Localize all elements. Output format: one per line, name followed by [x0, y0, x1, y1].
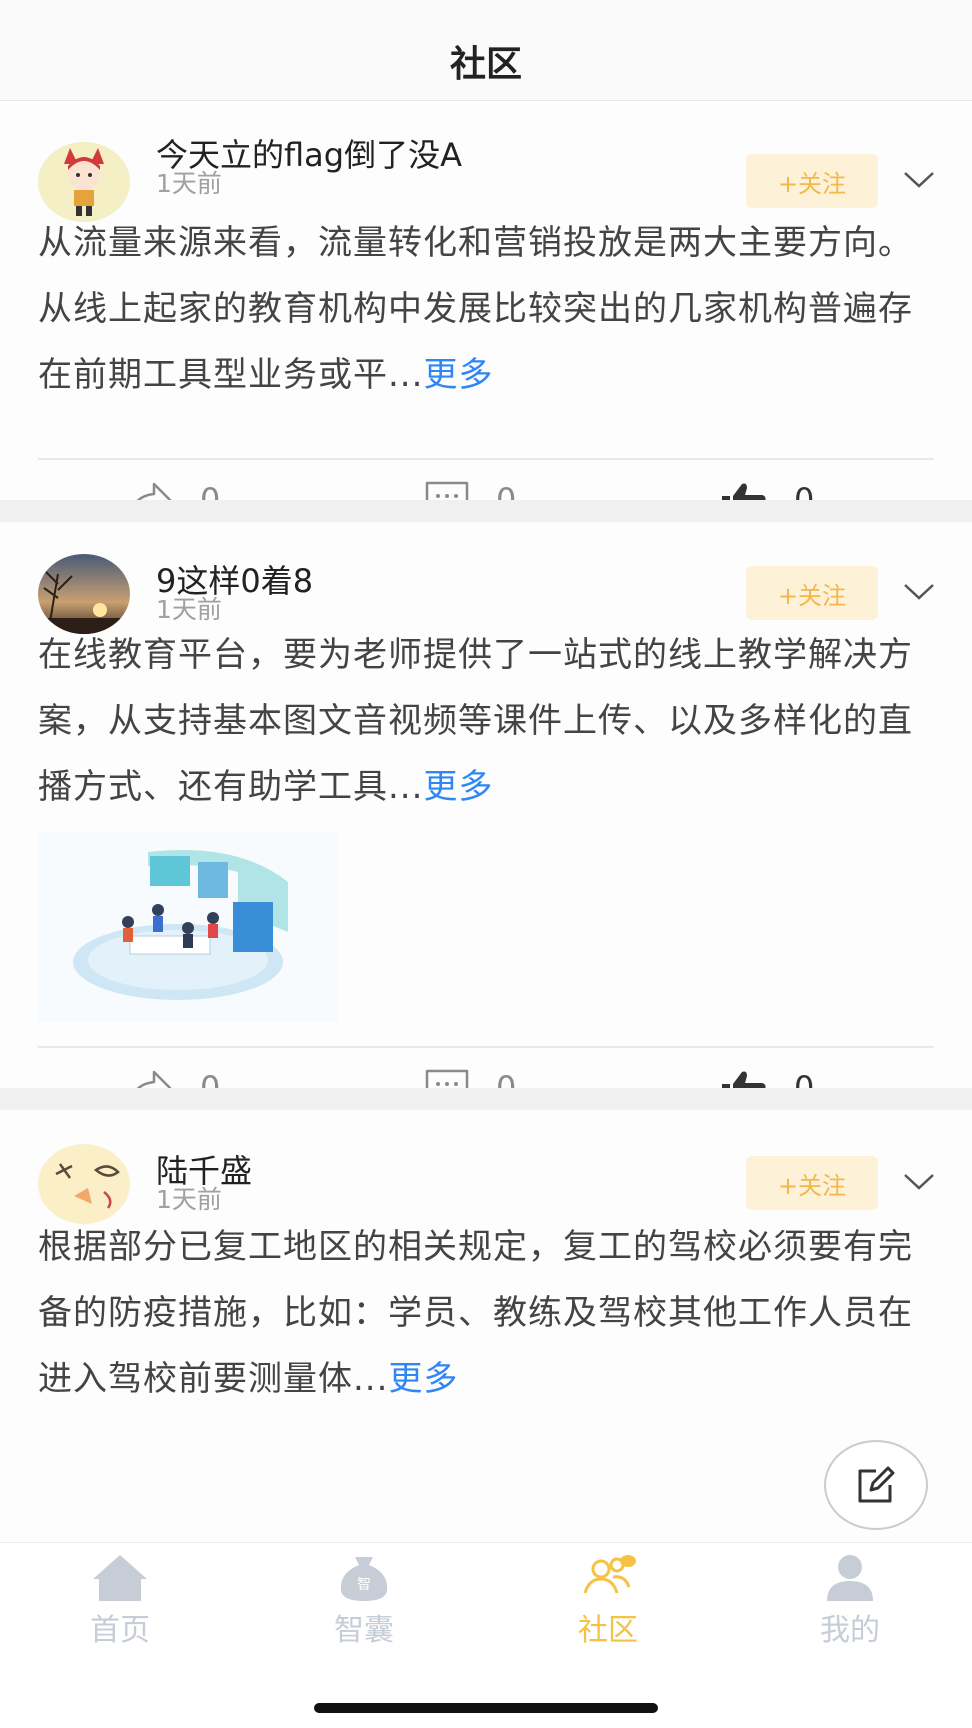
post-card[interactable]: 今天立的flag倒了没A 1天前 +关注 从流量来源来看，流量转化和营销投放是两…	[0, 102, 972, 519]
more-link[interactable]: 更多	[423, 355, 493, 395]
chevron-down-icon[interactable]	[902, 170, 936, 190]
follow-button[interactable]: +关注	[746, 566, 878, 620]
more-link[interactable]: 更多	[388, 1359, 458, 1399]
home-icon	[93, 1555, 147, 1601]
post-image[interactable]	[38, 832, 338, 1022]
post-time: 1天前	[156, 1185, 222, 1214]
post-separator	[0, 500, 972, 522]
tab-think-tank[interactable]: 智 智囊	[294, 1553, 434, 1649]
tab-label: 智囊	[334, 1613, 394, 1648]
post-feed[interactable]: 今天立的flag倒了没A 1天前 +关注 从流量来源来看，流量转化和营销投放是两…	[0, 102, 972, 1542]
post-separator	[0, 1088, 972, 1110]
tab-label: 社区	[578, 1613, 638, 1648]
post-content[interactable]: 根据部分已复工地区的相关规定，复工的驾校必须要有完备的防疫措施，比如：学员、教练…	[38, 1214, 938, 1412]
post-content[interactable]: 在线教育平台，要为老师提供了一站式的线上教学解决方案，从支持基本图文音视频等课件…	[38, 622, 938, 820]
compose-button[interactable]	[824, 1440, 928, 1530]
money-bag-icon: 智	[340, 1557, 388, 1601]
tab-home[interactable]: 首页	[50, 1553, 190, 1649]
tab-label: 我的	[820, 1613, 880, 1648]
divider	[38, 458, 934, 460]
edit-icon	[858, 1466, 895, 1503]
svg-text:智: 智	[357, 1577, 371, 1593]
post-time: 1天前	[156, 595, 222, 624]
home-indicator[interactable]	[314, 1703, 658, 1713]
user-icon	[827, 1555, 873, 1601]
post-card[interactable]: 9这样0着8 1天前 +关注 在线教育平台，要为老师提供了一站式的线上教学解决方…	[0, 522, 972, 1107]
divider	[38, 1046, 934, 1048]
more-link[interactable]: 更多	[423, 767, 493, 807]
post-time: 1天前	[156, 169, 222, 198]
post-content[interactable]: 从流量来源来看，流量转化和营销投放是两大主要方向。从线上起家的教育机构中发展比较…	[38, 210, 938, 408]
tab-me[interactable]: 我的	[780, 1553, 920, 1649]
follow-button[interactable]: +关注	[746, 1156, 878, 1210]
community-icon	[583, 1555, 636, 1594]
follow-button[interactable]: +关注	[746, 154, 878, 208]
chevron-down-icon[interactable]	[902, 582, 936, 602]
page-title: 社区	[449, 44, 522, 85]
tab-community[interactable]: 社区	[538, 1553, 678, 1649]
bottom-tab-bar: 首页 智 智囊 社区 我的	[0, 1542, 972, 1728]
nav-header: 社区	[0, 0, 972, 101]
avatar[interactable]	[38, 1144, 130, 1224]
tab-label: 首页	[90, 1613, 150, 1648]
chevron-down-icon[interactable]	[902, 1172, 936, 1192]
